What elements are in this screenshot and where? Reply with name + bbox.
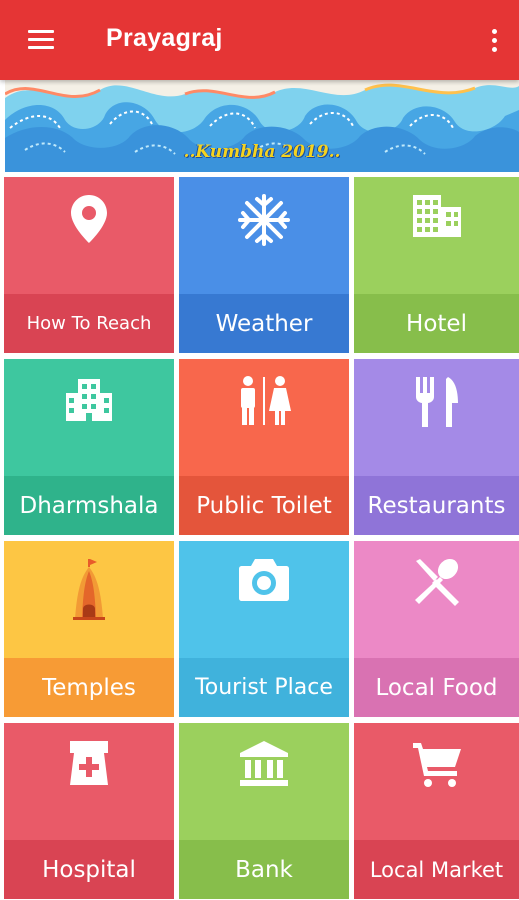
tile-label: Hospital [42, 856, 136, 883]
tile-label-band: Restaurants [354, 476, 519, 535]
tile-label-band: Bank [179, 840, 349, 899]
tile-label-band: Temples [4, 658, 174, 717]
tile-label: Public Toilet [196, 492, 332, 519]
tile-hospital[interactable]: Hospital [4, 723, 174, 899]
tile-how-to-reach[interactable]: How To Reach [4, 177, 174, 353]
tile-local-market[interactable]: Local Market [354, 723, 519, 899]
tile-dharmshala[interactable]: Dharmshala [4, 359, 174, 535]
tile-label-band: How To Reach [4, 294, 174, 353]
banner-caption: ..Kumbha 2019.. [183, 142, 341, 162]
kumbha-banner: ..Kumbha 2019.. [5, 80, 519, 172]
tile-label-band: Public Toilet [179, 476, 349, 535]
temple-icon [4, 557, 174, 621]
tile-label-band: Hospital [4, 840, 174, 899]
shopping-cart-icon [354, 739, 519, 803]
tile-label: Tourist Place [195, 675, 333, 700]
building-icon [354, 193, 519, 257]
tile-label-band: Local Food [354, 658, 519, 717]
tile-temples[interactable]: Temples [4, 541, 174, 717]
tile-label: Weather [215, 310, 313, 337]
camera-icon [179, 557, 349, 621]
tile-label-band: Dharmshala [4, 476, 174, 535]
tile-public-toilet[interactable]: Public Toilet [179, 359, 349, 535]
more-vertical-icon[interactable] [480, 22, 510, 58]
tile-label: Dharmshala [19, 492, 159, 519]
tile-label: How To Reach [26, 313, 152, 334]
app-bar: Prayagraj [0, 0, 519, 80]
tile-weather[interactable]: Weather [179, 177, 349, 353]
tile-label-band: Tourist Place [179, 658, 349, 717]
medicine-jar-icon [4, 739, 174, 803]
utensils-crossed-icon [354, 557, 519, 621]
hostel-building-icon [4, 375, 174, 439]
hamburger-menu-icon[interactable] [20, 22, 60, 58]
map-pin-icon [4, 193, 174, 257]
tile-local-food[interactable]: Local Food [354, 541, 519, 717]
fork-knife-icon [354, 375, 519, 439]
bank-icon [179, 739, 349, 803]
tile-label: Bank [235, 856, 293, 883]
restroom-icon [179, 375, 349, 439]
tile-label: Restaurants [367, 492, 506, 519]
tile-restaurants[interactable]: Restaurants [354, 359, 519, 535]
tile-label-band: Local Market [354, 840, 519, 899]
tile-label-band: Hotel [354, 294, 519, 353]
snowflake-icon [179, 193, 349, 257]
tile-label: Local Food [375, 674, 498, 701]
tile-tourist-place[interactable]: Tourist Place [179, 541, 349, 717]
tile-label: Temples [42, 674, 136, 701]
tile-label: Hotel [406, 310, 467, 337]
app-title: Prayagraj [106, 24, 223, 52]
tile-hotel[interactable]: Hotel [354, 177, 519, 353]
tile-label: Local Market [369, 857, 504, 882]
tile-bank[interactable]: Bank [179, 723, 349, 899]
tile-label-band: Weather [179, 294, 349, 353]
